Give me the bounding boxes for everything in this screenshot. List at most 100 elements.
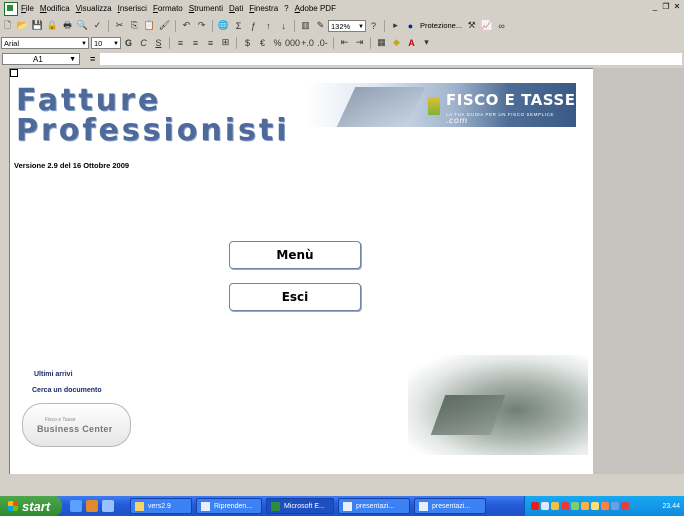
business-center-text: Business Center [37,424,113,434]
new-file-icon[interactable]: 🗋 [1,19,14,32]
task-presentazi-2[interactable]: presentazi... [414,498,486,514]
tray-icon-update[interactable] [601,502,609,510]
search-document-link[interactable]: Cerca un documento [32,387,102,394]
print-icon[interactable]: 🖶 [61,19,74,32]
cut-icon[interactable]: ✂ [113,19,126,32]
tray-icon-network[interactable] [541,502,549,510]
tray-icon-sync[interactable] [581,502,589,510]
restore-icon[interactable]: ❐ [661,2,671,12]
tray-icon-red[interactable] [531,502,539,510]
tray-icon-security[interactable] [561,502,569,510]
task-microsoft-excel[interactable]: Microsoft E... [266,498,334,514]
fisco-e-tasse-banner[interactable]: FISCO E TASSE .com LA TUA GUIDA PER UN F… [306,83,576,127]
chart-wizard-icon[interactable]: ▥ [299,19,312,32]
menu-modifica[interactable]: Modifica [40,4,70,13]
save-icon[interactable]: 💾 [31,19,44,32]
print-preview-icon[interactable]: 🔍 [76,19,89,32]
tray-icon-connection[interactable] [611,502,619,510]
chevron-down-icon: ▼ [69,56,76,63]
firefox-icon[interactable] [86,500,98,512]
align-right-icon[interactable]: ≡ [204,36,217,49]
recent-arrivals-link[interactable]: Ultimi arrivi [34,371,73,378]
chart-icon[interactable]: 📈 [480,19,493,32]
desktop-icon[interactable] [102,500,114,512]
drawing-icon[interactable]: ✎ [314,19,327,32]
currency-icon[interactable]: $ [241,36,254,49]
undo-icon[interactable]: ↶ [180,19,193,32]
formula-input[interactable] [100,53,682,65]
sort-descending-icon[interactable]: ↓ [277,19,290,32]
name-box[interactable]: A1 ▼ [2,53,80,65]
record-icon[interactable]: ● [404,19,417,32]
hyperlink-icon[interactable]: 🌐 [217,19,230,32]
fill-color-icon[interactable]: ◆ [390,36,403,49]
menu-formato[interactable]: Formato [153,4,183,13]
spelling-icon[interactable]: ✓ [91,19,104,32]
function-icon[interactable]: ƒ [247,19,260,32]
font-combo[interactable]: Arial ▼ [1,36,89,49]
paste-icon[interactable]: 📋 [143,19,156,32]
thousands-icon[interactable]: 000 [285,36,300,49]
permission-icon[interactable]: 🔒 [46,19,59,32]
task-riprenden[interactable]: Riprenden... [196,498,262,514]
task-presentazi-1[interactable]: presentazi... [338,498,410,514]
menu-finestra[interactable]: Finestra [249,4,278,13]
percent-icon[interactable]: % [271,36,284,49]
font-color-icon[interactable]: A [405,36,418,49]
chevron-down-icon: ▼ [113,40,119,47]
zoom-combo[interactable]: 132% ▼ [328,19,366,32]
align-center-icon[interactable]: ≡ [189,36,202,49]
taskbar-clock[interactable]: 23.44 [662,503,680,510]
menu-inserisci[interactable]: Inserisci [118,4,147,13]
excel-app-icon[interactable] [4,1,18,16]
sort-ascending-icon[interactable]: ↑ [262,19,275,32]
underline-button[interactable]: S [152,36,165,49]
tray-icon-app[interactable] [571,502,579,510]
ie-icon[interactable] [70,500,82,512]
minimize-icon[interactable]: _ [650,2,660,12]
play-icon[interactable]: ▸ [389,19,402,32]
formula-equals-icon[interactable]: = [90,54,95,64]
menu-visualizza[interactable]: Visualizza [76,4,112,13]
borders-icon[interactable]: ▦ [375,36,388,49]
increase-indent-icon[interactable]: ⇥ [353,36,366,49]
menu-bar: File Modifica Visualizza Inserisci Forma… [0,0,684,17]
redo-icon[interactable]: ↷ [195,19,208,32]
separator [175,19,176,32]
decrease-indent-icon[interactable]: ⇤ [338,36,351,49]
menu-adobe-pdf[interactable]: Adobe PDF [295,4,336,13]
euro-icon[interactable]: € [256,36,269,49]
format-painter-icon[interactable]: 🖌 [158,19,171,32]
business-center-logo[interactable]: Fisco e Tasse Business Center [22,403,131,447]
task-vers29[interactable]: vers2.9 [130,498,192,514]
close-icon[interactable]: ✕ [672,2,682,12]
help-icon[interactable]: ? [367,19,380,32]
font-size-combo[interactable]: 10 ▼ [91,36,121,49]
worksheet[interactable]: Fatture Professionisti Versione 2.9 del … [9,68,593,475]
merge-center-icon[interactable]: ⊞ [219,36,232,49]
exit-button[interactable]: Esci [229,283,361,311]
tray-icon-messenger[interactable] [621,502,629,510]
select-all-corner[interactable] [10,69,18,77]
open-folder-icon[interactable]: 📂 [16,19,29,32]
tray-icon-volume[interactable] [591,502,599,510]
increase-decimal-icon[interactable]: +.0 [301,36,314,49]
menu-dati[interactable]: Dati [229,4,243,13]
autosum-icon[interactable]: Σ [232,19,245,32]
copy-icon[interactable]: ⎘ [128,19,141,32]
link-icon[interactable]: ∞ [495,19,508,32]
bold-button[interactable]: G [122,36,135,49]
tray-icon-antivirus[interactable] [551,502,559,510]
italic-button[interactable]: C [137,36,150,49]
align-left-icon[interactable]: ≡ [174,36,187,49]
menu-strumenti[interactable]: Strumenti [189,4,223,13]
protection-button[interactable]: Protezione... [420,21,462,30]
start-button[interactable]: start [0,496,62,516]
window-controls: _ ❐ ✕ [650,2,682,12]
tools-icon[interactable]: ⚒ [465,19,478,32]
menu-button[interactable]: Menù [229,241,361,269]
menu-file[interactable]: File [21,4,34,13]
chevron-down-icon[interactable]: ▾ [420,36,433,49]
menu-help[interactable]: ? [284,4,288,13]
decrease-decimal-icon[interactable]: .0- [316,36,329,49]
